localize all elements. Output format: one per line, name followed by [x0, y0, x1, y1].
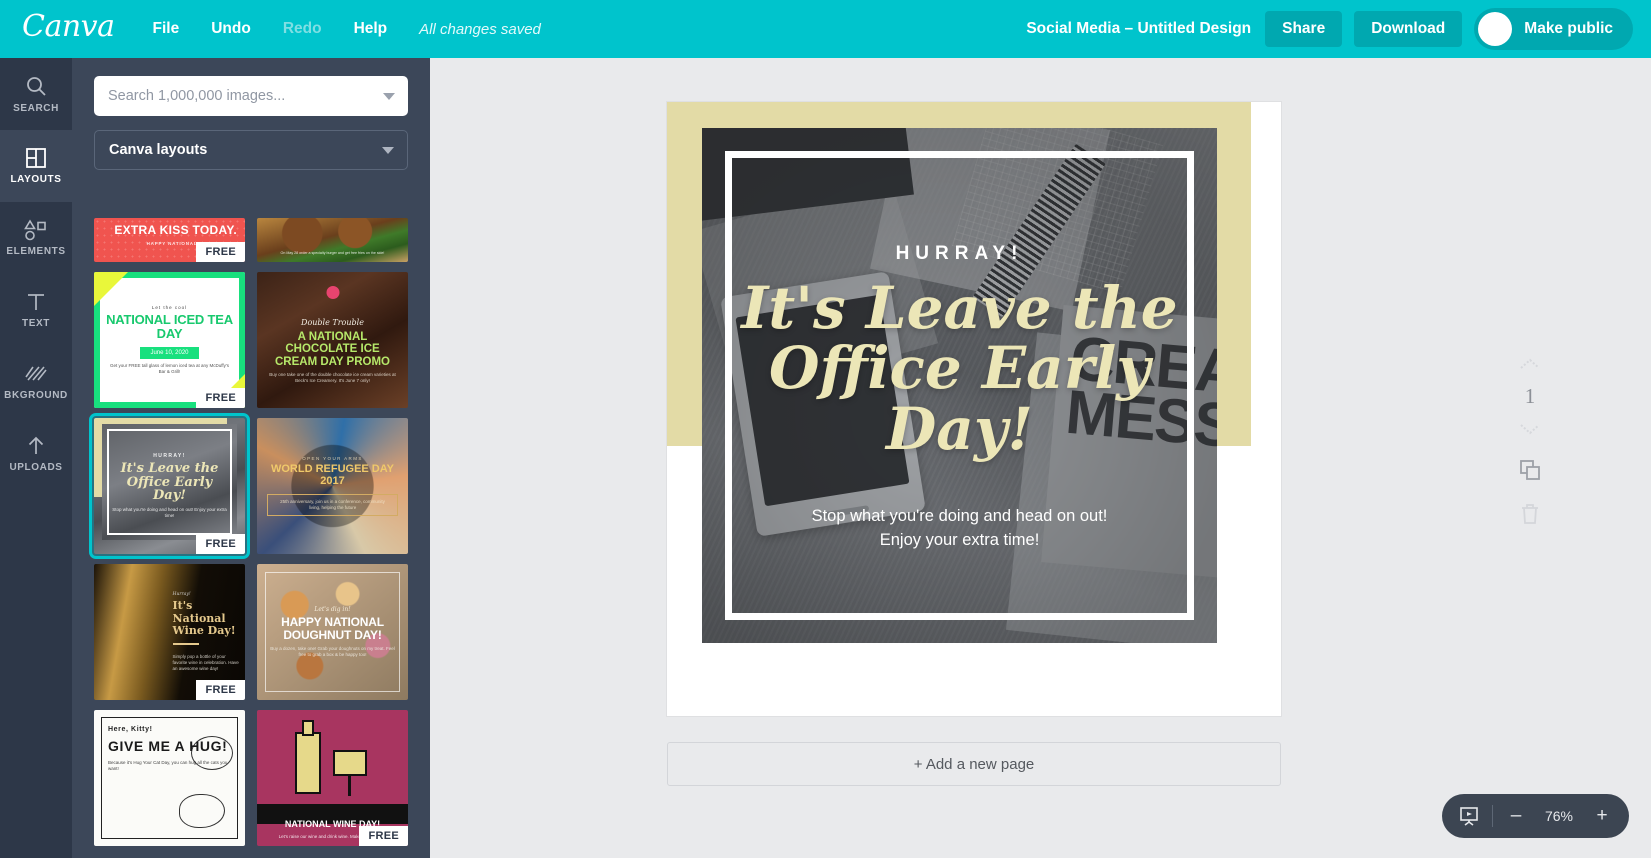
elements-icon [23, 219, 49, 241]
make-public-toggle[interactable]: Make public [1474, 8, 1633, 50]
list-item[interactable]: Double Trouble A NATIONAL CHOCOLATE ICE … [257, 272, 408, 408]
thumb-subtitle: On May 28 order a specialty burger and g… [280, 251, 385, 256]
list-item[interactable]: OPEN YOUR ARMS WORLD REFUGEE DAY 2017 25… [257, 418, 408, 554]
thumb-kicker: Here, Kitty! [108, 726, 153, 733]
thumb-title: GIVE ME A HUG! [108, 738, 228, 754]
thumb-subtitle: Stop what you're doing and head on out! … [112, 506, 227, 518]
thumb-subtitle: Get your FREE tall glass of lemon iced t… [109, 362, 230, 375]
search-input[interactable] [94, 76, 408, 116]
add-new-page-button[interactable]: + Add a new page [667, 742, 1281, 786]
zoom-bar: – 76% + [1442, 794, 1629, 838]
layouts-panel: Canva layouts EXTRA KISS TODAY. HAPPY NA… [72, 58, 430, 858]
avatar [1478, 12, 1513, 46]
free-badge: FREE [359, 826, 408, 846]
upload-icon [25, 435, 47, 457]
list-item-selected[interactable]: HURRAY! It's Leave the Office Early Day!… [89, 413, 250, 559]
thumb-subtitle: Simply pop a bottle of your favorite win… [172, 653, 239, 671]
duplicate-icon[interactable] [1519, 459, 1541, 481]
sidebar-item-layouts[interactable]: LAYOUTS [0, 130, 72, 202]
canvas-stage: CREATIVE MESS HURRAY! It's Leave the Off… [430, 58, 1651, 858]
share-button[interactable]: Share [1265, 11, 1343, 47]
thumb-subtitle: Because it's Hug Your Cat Day, you can h… [108, 759, 228, 771]
layouts-icon [25, 147, 47, 169]
design-page[interactable]: CREATIVE MESS HURRAY! It's Leave the Off… [667, 102, 1281, 716]
thumb-kicker: Double Trouble [301, 317, 364, 327]
sidebar-item-text[interactable]: TEXT [0, 274, 72, 346]
save-status: All changes saved [419, 20, 541, 38]
thumb-subtitle: 25th anniversary, join us in a conferenc… [280, 498, 385, 510]
thumb-title: EXTRA KISS TODAY. [114, 223, 237, 237]
page-controls: 1 [1500, 358, 1560, 525]
thumb-title: A NATIONAL CHOCOLATE ICE CREAM DAY PROMO [274, 330, 391, 368]
photo-art: CREATIVE MESS [702, 128, 1217, 643]
chevron-down-icon[interactable] [383, 93, 395, 100]
sidebar-item-elements[interactable]: ELEMENTS [0, 202, 72, 274]
text-icon [25, 291, 47, 313]
free-badge: FREE [196, 242, 245, 262]
sidebar-item-background[interactable]: BKGROUND [0, 346, 72, 418]
divider [1492, 805, 1493, 827]
design-artwork: CREATIVE MESS HURRAY! It's Leave the Off… [667, 102, 1281, 716]
sidebar-label-background: BKGROUND [4, 390, 68, 401]
list-item[interactable]: On May 28 order a specialty burger and g… [257, 218, 408, 262]
search-icon [24, 74, 48, 98]
chevron-down-icon[interactable] [382, 147, 394, 154]
zoom-in-button[interactable]: + [1591, 805, 1613, 827]
category-select[interactable]: Canva layouts [94, 130, 408, 170]
design-photo: CREATIVE MESS HURRAY! It's Leave the Off… [702, 128, 1217, 643]
zoom-level: 76% [1544, 808, 1574, 824]
menu-item-undo[interactable]: Undo [211, 20, 251, 38]
chevron-up-icon[interactable] [1519, 358, 1541, 370]
thumb-kicker: HURRAY! [153, 452, 186, 459]
design-title: Social Media – Untitled Design [1026, 20, 1252, 37]
list-item[interactable]: Let's dig in! HAPPY NATIONAL DOUGHNUT DA… [257, 564, 408, 700]
zoom-out-button[interactable]: – [1505, 805, 1527, 827]
sidebar-label-elements: ELEMENTS [6, 246, 66, 257]
menu-item-file[interactable]: File [153, 20, 180, 38]
thumb-kicker: Let the cool [151, 304, 188, 310]
sidebar-label-layouts: LAYOUTS [10, 174, 62, 185]
category-select-value: Canva layouts [109, 142, 208, 158]
free-badge: FREE [196, 534, 245, 554]
download-button[interactable]: Download [1354, 11, 1463, 47]
sidebar-label-text: TEXT [22, 318, 50, 329]
sidebar-label-uploads: UPLOADS [9, 462, 63, 473]
list-item[interactable]: NATIONAL WINE DAY! Let's raise our wine … [257, 710, 408, 846]
free-badge: FREE [196, 388, 245, 408]
list-item[interactable]: EXTRA KISS TODAY. HAPPY NATIONAL KISSING… [94, 218, 245, 262]
thumb-badge: June 10, 2020 [140, 346, 199, 359]
thumb-kicker: OPEN YOUR ARMS [302, 456, 363, 462]
menu-item-help[interactable]: Help [354, 20, 388, 38]
thumb-title: It's National Wine Day! [172, 598, 236, 638]
thumb-title: HAPPY NATIONAL DOUGHNUT DAY! [281, 614, 384, 642]
search-area [72, 58, 430, 116]
layout-thumbnail-grid: EXTRA KISS TODAY. HAPPY NATIONAL KISSING… [72, 218, 430, 858]
canva-logo[interactable]: Canva [22, 12, 115, 46]
thumb-title: NATIONAL ICED TEA DAY [106, 311, 233, 341]
thumb-subtitle-box: 25th anniversary, join us in a conferenc… [267, 493, 398, 516]
thumb-subtitle: Buy one take one of the double chocolate… [269, 372, 396, 384]
list-item[interactable]: Here, Kitty! GIVE ME A HUG! Because it's… [94, 710, 245, 846]
free-badge: FREE [196, 680, 245, 700]
background-icon [24, 363, 48, 385]
thumb-kicker: Hurray! [172, 591, 191, 597]
list-item[interactable]: Let the cool NATIONAL ICED TEA DAY June … [94, 272, 245, 408]
top-bar: Canva File Undo Redo Help All changes sa… [0, 0, 1651, 58]
search-box[interactable] [94, 76, 408, 116]
sidebar-item-search[interactable]: SEARCH [0, 58, 72, 130]
trash-icon[interactable] [1520, 503, 1540, 525]
thumb-kicker: Let's dig in! [314, 605, 351, 613]
present-icon[interactable] [1458, 805, 1480, 827]
thumb-subtitle: Buy a dozen, take one! Grab your doughnu… [270, 645, 395, 657]
thumb-title: WORLD REFUGEE DAY 2017 [270, 463, 395, 487]
left-rail: SEARCH LAYOUTS ELEMENTS TEXT BKGROUND UP… [0, 58, 72, 858]
page-number: 1 [1524, 384, 1536, 408]
sidebar-label-search: SEARCH [13, 103, 59, 114]
sidebar-item-uploads[interactable]: UPLOADS [0, 418, 72, 490]
menu-item-redo[interactable]: Redo [283, 20, 322, 38]
make-public-label: Make public [1524, 20, 1613, 37]
list-item[interactable]: Hurray! It's National Wine Day! Simply p… [94, 564, 245, 700]
chevron-down-icon[interactable] [1519, 423, 1541, 435]
thumb-title: It's Leave the Office Early Day! [120, 460, 219, 504]
